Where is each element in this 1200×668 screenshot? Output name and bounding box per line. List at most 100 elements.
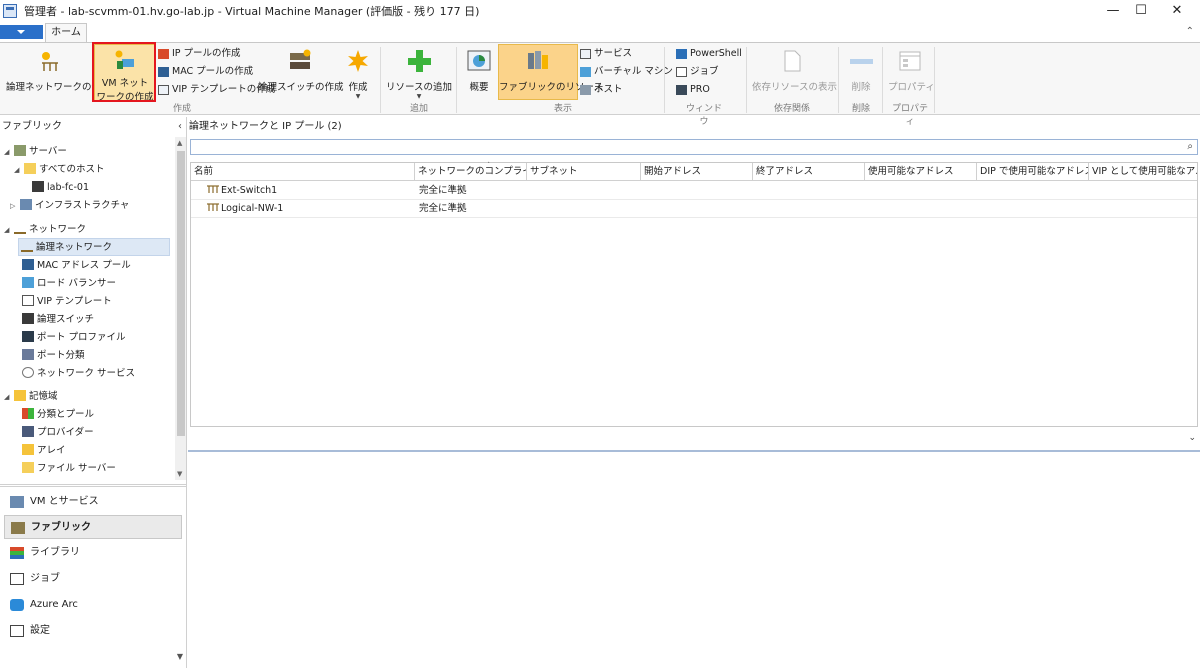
tree-item-vip-templates[interactable]: VIP テンプレート [22,293,112,311]
ribbon-separator [380,47,381,113]
search-icon[interactable]: ⌕ [1187,141,1193,152]
create-logical-network-button[interactable]: 論理ネットワークの作成 [6,45,111,93]
tree-item-logical-switches[interactable]: 論理スイッチ [22,311,94,329]
nav-splitter[interactable] [0,484,187,487]
chevron-down-icon[interactable]: ▼ [177,652,183,661]
column-header-vip-addresses[interactable]: VIP として使用可能なア... [1089,163,1197,181]
search-input[interactable] [191,140,1171,155]
document-icon [780,49,804,73]
content-title: 論理ネットワークと IP プール (2) [189,121,342,132]
row-compliance: 完全に準拠 [419,203,467,214]
services-icon [580,49,591,59]
virtual-machines-button[interactable]: バーチャル マシン [580,63,673,81]
workspace-fabric[interactable]: ファブリック [4,515,182,539]
add-resources-button[interactable]: リソースの追加 ▼ [386,45,452,100]
add-resources-label: リソースの追加 [386,82,453,93]
results-grid: ▲ 名前 ネットワークのコンプライア... サブネット 開始アドレス 終了アドレ… [190,160,1198,427]
collapse-arrow-icon[interactable]: ▷ [10,197,20,215]
app-icon[interactable] [3,4,17,18]
network-icon [14,223,26,234]
expand-arrow-icon[interactable]: ◢ [4,388,14,406]
tree-item-classifications-pools[interactable]: 分類とプール [22,406,94,424]
services-button[interactable]: サービス [580,45,632,63]
tree-item-mac-pools[interactable]: MAC アドレス プール [22,257,131,275]
table-row[interactable]: Logical-NW-1 完全に準拠 [191,200,1197,218]
scroll-up-icon[interactable]: ▲ [177,139,182,147]
scroll-thumb[interactable] [177,151,185,436]
logical-network-sun-icon [38,49,62,73]
scroll-down-icon[interactable]: ▼ [177,470,182,478]
nav-overflow: ▼ [0,648,187,668]
tree-item-network-services[interactable]: ネットワーク サービス [22,365,135,383]
clipboard-icon [676,67,687,77]
tree-item-load-balancers[interactable]: ロード バランサー [22,275,116,293]
tree-item-providers[interactable]: プロバイダー [22,424,94,442]
search-box[interactable]: ⌕ [190,139,1198,155]
vip-template-icon [158,85,169,95]
column-header-name[interactable]: 名前 [191,163,415,181]
tree-item-port-classifications[interactable]: ポート分類 [22,347,85,365]
port-profile-icon [22,331,34,342]
column-header-start-address[interactable]: 開始アドレス [641,163,753,181]
column-header-subnet[interactable]: サブネット [527,163,641,181]
expand-arrow-icon[interactable]: ◢ [14,161,24,179]
close-button[interactable]: ✕ [1154,0,1200,22]
chevron-down-icon[interactable]: ⌄ [1188,433,1196,443]
tree-item-logical-networks[interactable]: 論理ネットワーク [18,238,170,256]
tree-item-host[interactable]: lab-fc-01 [32,179,89,197]
delete-label: 削除 [851,82,871,93]
logical-switch-icon [22,313,34,324]
powershell-button[interactable]: PowerShell [676,45,742,63]
file-menu-button[interactable] [0,25,43,39]
column-header-end-address[interactable]: 終了アドレス [753,163,865,181]
fabric-resources-label: ファブリックのリソース [499,82,604,93]
tree-item-all-hosts[interactable]: ◢ すべてのホスト [14,161,104,179]
tree-item-file-servers[interactable]: ファイル サーバー [22,460,116,478]
pro-button[interactable]: PRO [676,81,710,99]
create-ip-pool-button[interactable]: IP プールの作成 [158,45,241,63]
ip-pool-icon [158,49,169,59]
jobs-button[interactable]: ジョブ [676,63,719,81]
expand-arrow-icon[interactable]: ◢ [4,143,14,161]
create-mac-pool-button[interactable]: MAC プールの作成 [158,63,253,81]
workspace-jobs[interactable]: ジョブ [4,567,182,591]
create-logical-switch-button[interactable]: 論理スイッチの作成 [258,45,344,93]
properties-icon [898,49,922,73]
chevron-left-icon[interactable]: ‹ [178,117,182,137]
ribbon: 論理ネットワークの作成 VM ネット ワークの作成 IP プールの作成 MAC … [0,42,1200,127]
nav-header: ファブリック ‹ [0,117,187,137]
servers-icon [14,145,26,156]
group-label-dependencies: 依存関係 [773,104,810,114]
file-server-icon [22,462,34,473]
group-label-window: ウィンドウ [685,104,722,127]
details-pane-splitter[interactable]: ⌄ [188,427,1200,452]
workspace-settings[interactable]: 設定 [4,619,182,643]
view-dependent-resources-button[interactable]: 依存リソースの表示 [752,45,838,93]
tree-item-servers[interactable]: ◢ サーバー [4,143,67,161]
column-header-dip-addresses[interactable]: DIP で使用可能なアドレス [977,163,1089,181]
create-dropdown-button[interactable]: 作成 ▼ [342,45,374,100]
fabric-resources-button[interactable]: ファブリックのリソース [498,44,604,100]
properties-button[interactable]: プロパティ [888,45,935,93]
tree-item-port-profiles[interactable]: ポート プロファイル [22,329,126,347]
tree-item-storage[interactable]: ◢ 記憶域 [4,388,58,406]
delete-button[interactable]: 削除 [844,45,878,93]
chevron-up-icon[interactable]: ⌃ [1186,26,1194,37]
vm-icon [580,67,591,77]
workspace-library[interactable]: ライブラリ [4,541,182,565]
tree-item-arrays[interactable]: アレイ [22,442,66,460]
tab-home[interactable]: ホーム [45,23,87,43]
tree-item-infrastructure[interactable]: ▷ インフラストラクチャ [10,197,129,215]
column-header-available-addresses[interactable]: 使用可能なアドレス [865,163,977,181]
column-header-compliance[interactable]: ネットワークのコンプライア... [415,163,527,181]
overview-button[interactable]: 概要 [462,45,496,93]
tree-item-networking[interactable]: ◢ ネットワーク [4,221,86,239]
table-row[interactable]: Ext-Switch1 完全に準拠 [191,182,1197,200]
view-dependent-resources-label: 依存リソースの表示 [752,82,838,93]
expand-arrow-icon[interactable]: ◢ [4,221,14,239]
workspace-azure-arc[interactable]: Azure Arc [4,593,182,617]
classification-icon [22,408,34,419]
workspace-vms-services[interactable]: VM とサービス [4,490,182,514]
hosts-button[interactable]: ホスト [580,81,623,99]
window-title: 管理者 - lab-scvmm-01.hv.go-lab.jp - Virtua… [24,5,480,18]
